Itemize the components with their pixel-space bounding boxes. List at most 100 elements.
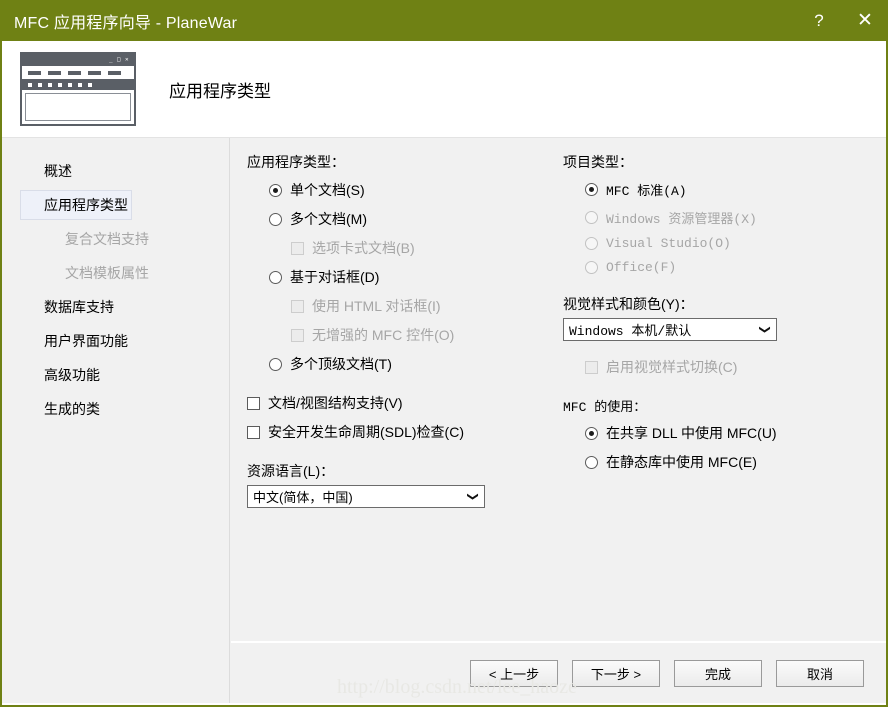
title-bar: MFC 应用程序向导 - PlaneWar ? ✕ (2, 0, 886, 41)
checkbox-use-html-dialog: 使用 HTML 对话框(I) (291, 296, 557, 316)
radio-multiple-top-level-documents-label: 多个顶级文档(T) (290, 356, 392, 372)
sidebar-item-doc-template: 文档模板属性 (65, 265, 149, 281)
checkbox-enable-visual-style-switching-label: 启用视觉样式切换(C) (606, 359, 738, 375)
radio-use-mfc-static-lib[interactable]: 在静态库中使用 MFC(E) (585, 452, 873, 472)
radio-use-mfc-shared-dll[interactable]: 在共享 DLL 中使用 MFC(U) (585, 423, 873, 443)
checkbox-no-mfc-controls: 无增强的 MFC 控件(O) (291, 325, 557, 345)
checkbox-sdl-checks-indicator[interactable] (247, 425, 260, 439)
checkbox-sdl-checks[interactable]: 安全开发生命周期(SDL)检查(C) (247, 422, 557, 442)
icon-toolbar-button (48, 82, 52, 87)
radio-use-mfc-static-lib-indicator[interactable] (585, 455, 598, 469)
mfc-use-group-label: MFC 的使用： (563, 400, 647, 415)
radio-visual-studio-indicator (585, 237, 598, 250)
icon-maximize-glyph: □ (117, 56, 121, 63)
icon-close-glyph: ✕ (125, 56, 129, 63)
checkbox-enable-visual-style-switching-indicator (585, 360, 598, 374)
help-icon[interactable]: ? (796, 0, 842, 41)
visual-style-label: 视觉样式和颜色(Y)： (563, 296, 694, 312)
icon-toolbar-button (58, 82, 62, 87)
sidebar-list: 概述 应用程序类型 复合文档支持 文档模板属性 数据库支持 用户界面功能 高级功… (2, 154, 229, 426)
radio-dialog-based[interactable]: 基于对话框(D) (269, 267, 557, 287)
sidebar-item-app-type[interactable]: 应用程序类型 (20, 190, 132, 220)
wizard-sidebar: 概述 应用程序类型 复合文档支持 文档模板属性 数据库支持 用户界面功能 高级功… (2, 138, 230, 703)
icon-toolbar-button (88, 82, 92, 87)
checkbox-no-mfc-controls-label: 无增强的 MFC 控件(O) (312, 327, 455, 343)
checkbox-use-html-dialog-indicator (291, 299, 304, 313)
sidebar-item-database[interactable]: 数据库支持 (20, 292, 118, 322)
radio-office-indicator (585, 261, 598, 274)
radio-multiple-top-level-documents[interactable]: 多个顶级文档(T) (269, 354, 557, 374)
radio-office: Office(F) (585, 260, 873, 275)
checkbox-document-view-support-label: 文档/视图结构支持(V) (268, 395, 403, 411)
icon-toolbar-button (38, 82, 42, 87)
resource-language-label: 资源语言(L)： (247, 463, 335, 479)
icon-menu-item (48, 70, 61, 75)
icon-toolbar-button (68, 82, 72, 87)
icon-client-area (25, 93, 131, 121)
checkbox-tabbed-documents: 选项卡式文档(B) (291, 238, 557, 258)
radio-multiple-documents-indicator[interactable] (269, 212, 282, 226)
title-bar-buttons: ? ✕ (796, 0, 886, 41)
icon-menu-item (68, 70, 81, 75)
checkbox-enable-visual-style-switching: 启用视觉样式切换(C) (585, 357, 873, 377)
sidebar-item-generated-classes[interactable]: 生成的类 (20, 394, 104, 424)
visual-style-select[interactable]: Windows 本机/默认 ❮ (563, 318, 777, 341)
radio-multiple-documents-label: 多个文档(M) (290, 211, 367, 227)
visual-style-value: Windows 本机/默认 (569, 324, 692, 339)
finish-button[interactable]: 完成 (674, 659, 762, 687)
icon-toolbar (22, 79, 134, 90)
wizard-window: MFC 应用程序向导 - PlaneWar ? ✕ _ □ ✕ 应用程序类型 概… (0, 0, 888, 707)
radio-office-label: Office(F) (606, 260, 677, 275)
icon-titlebar: _ □ ✕ (22, 54, 134, 66)
chevron-down-icon[interactable]: ❮ (758, 322, 771, 338)
back-button[interactable]: < 上一步 (470, 659, 558, 687)
radio-multiple-documents[interactable]: 多个文档(M) (269, 209, 557, 229)
next-button[interactable]: 下一步 > (572, 659, 660, 687)
cancel-button[interactable]: 取消 (776, 659, 864, 687)
checkbox-tabbed-documents-label: 选项卡式文档(B) (312, 240, 415, 256)
radio-multiple-top-level-documents-indicator[interactable] (269, 357, 282, 371)
radio-mfc-standard[interactable]: MFC 标准(A) (585, 180, 873, 199)
radio-mfc-standard-label: MFC 标准(A) (606, 184, 687, 199)
resource-language-value: 中文(简体，中国) (253, 490, 353, 505)
icon-toolbar-button (28, 82, 32, 87)
sidebar-item-advanced[interactable]: 高级功能 (20, 360, 104, 390)
radio-use-mfc-shared-dll-indicator[interactable] (585, 426, 598, 440)
checkbox-document-view-support[interactable]: 文档/视图结构支持(V) (247, 393, 557, 413)
icon-menu-item (28, 70, 41, 75)
wizard-content-panel: 应用程序类型： 单个文档(S) 多个文档(M) 选项卡式文档(B) 基于对话框(… (231, 138, 886, 641)
radio-visual-studio-label: Visual Studio(O) (606, 236, 731, 251)
icon-toolbar-button (78, 82, 82, 87)
project-style-group-label: 项目类型： (563, 154, 633, 170)
radio-use-mfc-shared-dll-label: 在共享 DLL 中使用 MFC(U) (606, 425, 777, 441)
radio-windows-explorer-label: Windows 资源管理器(X) (606, 212, 757, 227)
checkbox-sdl-checks-label: 安全开发生命周期(SDL)检查(C) (268, 424, 464, 440)
wizard-body: 概述 应用程序类型 复合文档支持 文档模板属性 数据库支持 用户界面功能 高级功… (2, 138, 886, 703)
icon-menu-item (108, 70, 121, 75)
sidebar-item-overview[interactable]: 概述 (20, 156, 76, 186)
radio-use-mfc-static-lib-label: 在静态库中使用 MFC(E) (606, 454, 757, 470)
sidebar-item-compound-doc: 复合文档支持 (65, 231, 149, 247)
resource-language-select[interactable]: 中文(简体，中国) ❮ (247, 485, 485, 508)
application-type-column: 应用程序类型： 单个文档(S) 多个文档(M) 选项卡式文档(B) 基于对话框(… (247, 152, 557, 508)
radio-visual-studio: Visual Studio(O) (585, 236, 873, 251)
radio-single-document-indicator[interactable] (269, 183, 282, 197)
radio-single-document-label: 单个文档(S) (290, 182, 365, 198)
radio-mfc-standard-indicator[interactable] (585, 183, 598, 196)
chevron-down-icon[interactable]: ❮ (466, 489, 479, 505)
checkbox-use-html-dialog-label: 使用 HTML 对话框(I) (312, 298, 441, 314)
radio-windows-explorer-indicator (585, 211, 598, 224)
close-icon[interactable]: ✕ (842, 0, 886, 41)
checkbox-document-view-support-indicator[interactable] (247, 396, 260, 410)
header-banner: _ □ ✕ 应用程序类型 (2, 41, 886, 138)
sidebar-item-ui-features[interactable]: 用户界面功能 (20, 326, 132, 356)
wizard-footer: < 上一步 下一步 > 完成 取消 (231, 641, 886, 703)
icon-menu-item (88, 70, 101, 75)
window-title: MFC 应用程序向导 - PlaneWar (14, 14, 238, 32)
icon-minimize-glyph: _ (109, 56, 113, 63)
checkbox-no-mfc-controls-indicator (291, 328, 304, 342)
radio-dialog-based-indicator[interactable] (269, 270, 282, 284)
radio-dialog-based-label: 基于对话框(D) (290, 269, 380, 285)
radio-single-document[interactable]: 单个文档(S) (269, 180, 557, 200)
icon-menubar (22, 66, 134, 79)
